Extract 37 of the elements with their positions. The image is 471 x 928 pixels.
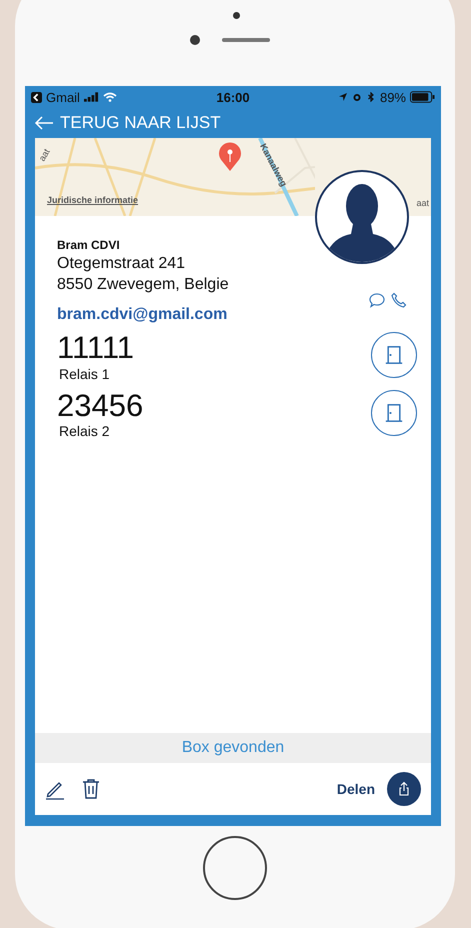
home-button[interactable]: [203, 836, 267, 900]
signal-icon: [84, 92, 99, 102]
status-message: Box gevonden: [35, 733, 431, 763]
relay-label: Relais 1: [59, 366, 111, 382]
back-icon[interactable]: [31, 92, 42, 102]
wifi-icon: [102, 92, 117, 102]
street-label: aat: [36, 147, 52, 163]
avatar-silhouette-icon: [315, 170, 409, 264]
bluetooth-icon: [366, 92, 376, 102]
relay-label: Relais 2: [59, 423, 111, 440]
alarm-icon: [352, 92, 362, 102]
message-icon[interactable]: [369, 292, 385, 308]
camera-icon: [190, 35, 200, 45]
door-button[interactable]: [371, 332, 417, 378]
door-button[interactable]: [371, 390, 417, 436]
speaker-icon: [222, 38, 270, 42]
sensor-icon: [232, 12, 240, 19]
address-line: Otegemstraat 241: [57, 255, 186, 273]
share-label[interactable]: Delen: [336, 781, 375, 797]
map-drawing[interactable]: [35, 138, 315, 216]
back-app-label[interactable]: Gmail: [46, 90, 80, 104]
relay-code: 11111: [57, 330, 134, 366]
back-arrow-icon: [34, 116, 54, 130]
battery-percent: 89%: [380, 90, 406, 104]
map-pin-icon: [218, 142, 242, 172]
contact-name: Bram CDVI: [57, 238, 121, 252]
relay-code: 23456: [57, 388, 144, 424]
location-arrow-icon: [338, 92, 348, 102]
back-button[interactable]: TERUG NAAR LIJST: [34, 113, 221, 133]
street-label: aat: [416, 198, 429, 208]
battery-icon: [410, 91, 435, 103]
status-time: 16:00: [216, 90, 250, 104]
address-line: 8550 Zwevegem, Belgie: [57, 276, 229, 294]
email-link[interactable]: bram.cdvi@gmail.com: [57, 306, 417, 324]
share-button[interactable]: [387, 772, 421, 806]
phone-icon[interactable]: [391, 292, 407, 308]
legal-info-link[interactable]: Juridische informatie: [47, 195, 138, 205]
